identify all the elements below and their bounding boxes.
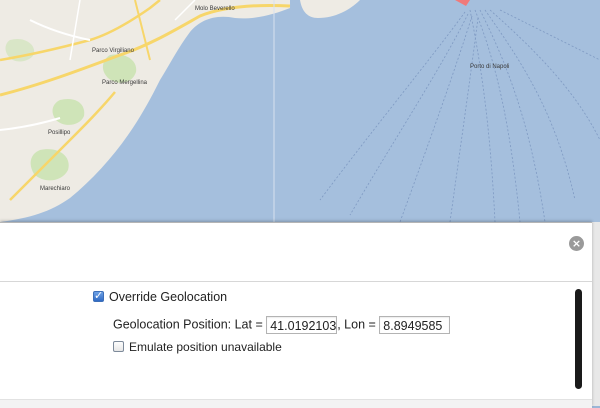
- map-view[interactable]: Parco Virgiliano Parco Mergellina Posill…: [0, 0, 600, 222]
- geolocation-settings: Override Geolocation Geolocation Positio…: [0, 282, 570, 397]
- map-label: Marechiaro: [40, 186, 71, 192]
- map-canvas[interactable]: [0, 0, 600, 222]
- map-label: Parco Virgiliano: [92, 48, 134, 54]
- emulate-unavailable-row: Emulate position unavailable: [113, 340, 282, 354]
- close-button[interactable]: ×: [569, 236, 584, 251]
- longitude-label: , Lon =: [337, 317, 376, 332]
- override-geolocation-row: Override Geolocation: [93, 289, 228, 304]
- map-label: Posillipo: [48, 130, 71, 136]
- scrollbar-thumb[interactable]: [575, 289, 582, 389]
- map-label: Porto di Napoli: [470, 64, 510, 70]
- override-geolocation-label: Override Geolocation: [109, 290, 228, 304]
- map-label: Molo Beverello: [195, 6, 235, 12]
- emulate-unavailable-checkbox[interactable]: [113, 341, 124, 353]
- panel-header: ×: [0, 223, 592, 282]
- geolocation-position-label: Geolocation Position: Lat =: [113, 317, 263, 332]
- latitude-input[interactable]: 41.0192103: [266, 316, 338, 334]
- emulate-unavailable-label: Emulate position unavailable: [129, 340, 282, 354]
- window-edge: [592, 222, 600, 406]
- override-geolocation-checkbox[interactable]: [93, 289, 104, 303]
- devtools-panel: × Override Geolocation Geolocation Posit…: [0, 222, 592, 408]
- panel-footer: [0, 399, 592, 408]
- longitude-input[interactable]: 8.8949585: [379, 316, 451, 334]
- park-area: [30, 149, 69, 181]
- map-marker: [455, 0, 470, 6]
- geolocation-position-row: Geolocation Position: Lat = 41.0192103, …: [113, 316, 451, 334]
- land-area: [300, 0, 360, 18]
- map-label: Parco Mergellina: [102, 80, 148, 86]
- ferry-routes: [319, 9, 600, 222]
- park-area: [52, 98, 85, 125]
